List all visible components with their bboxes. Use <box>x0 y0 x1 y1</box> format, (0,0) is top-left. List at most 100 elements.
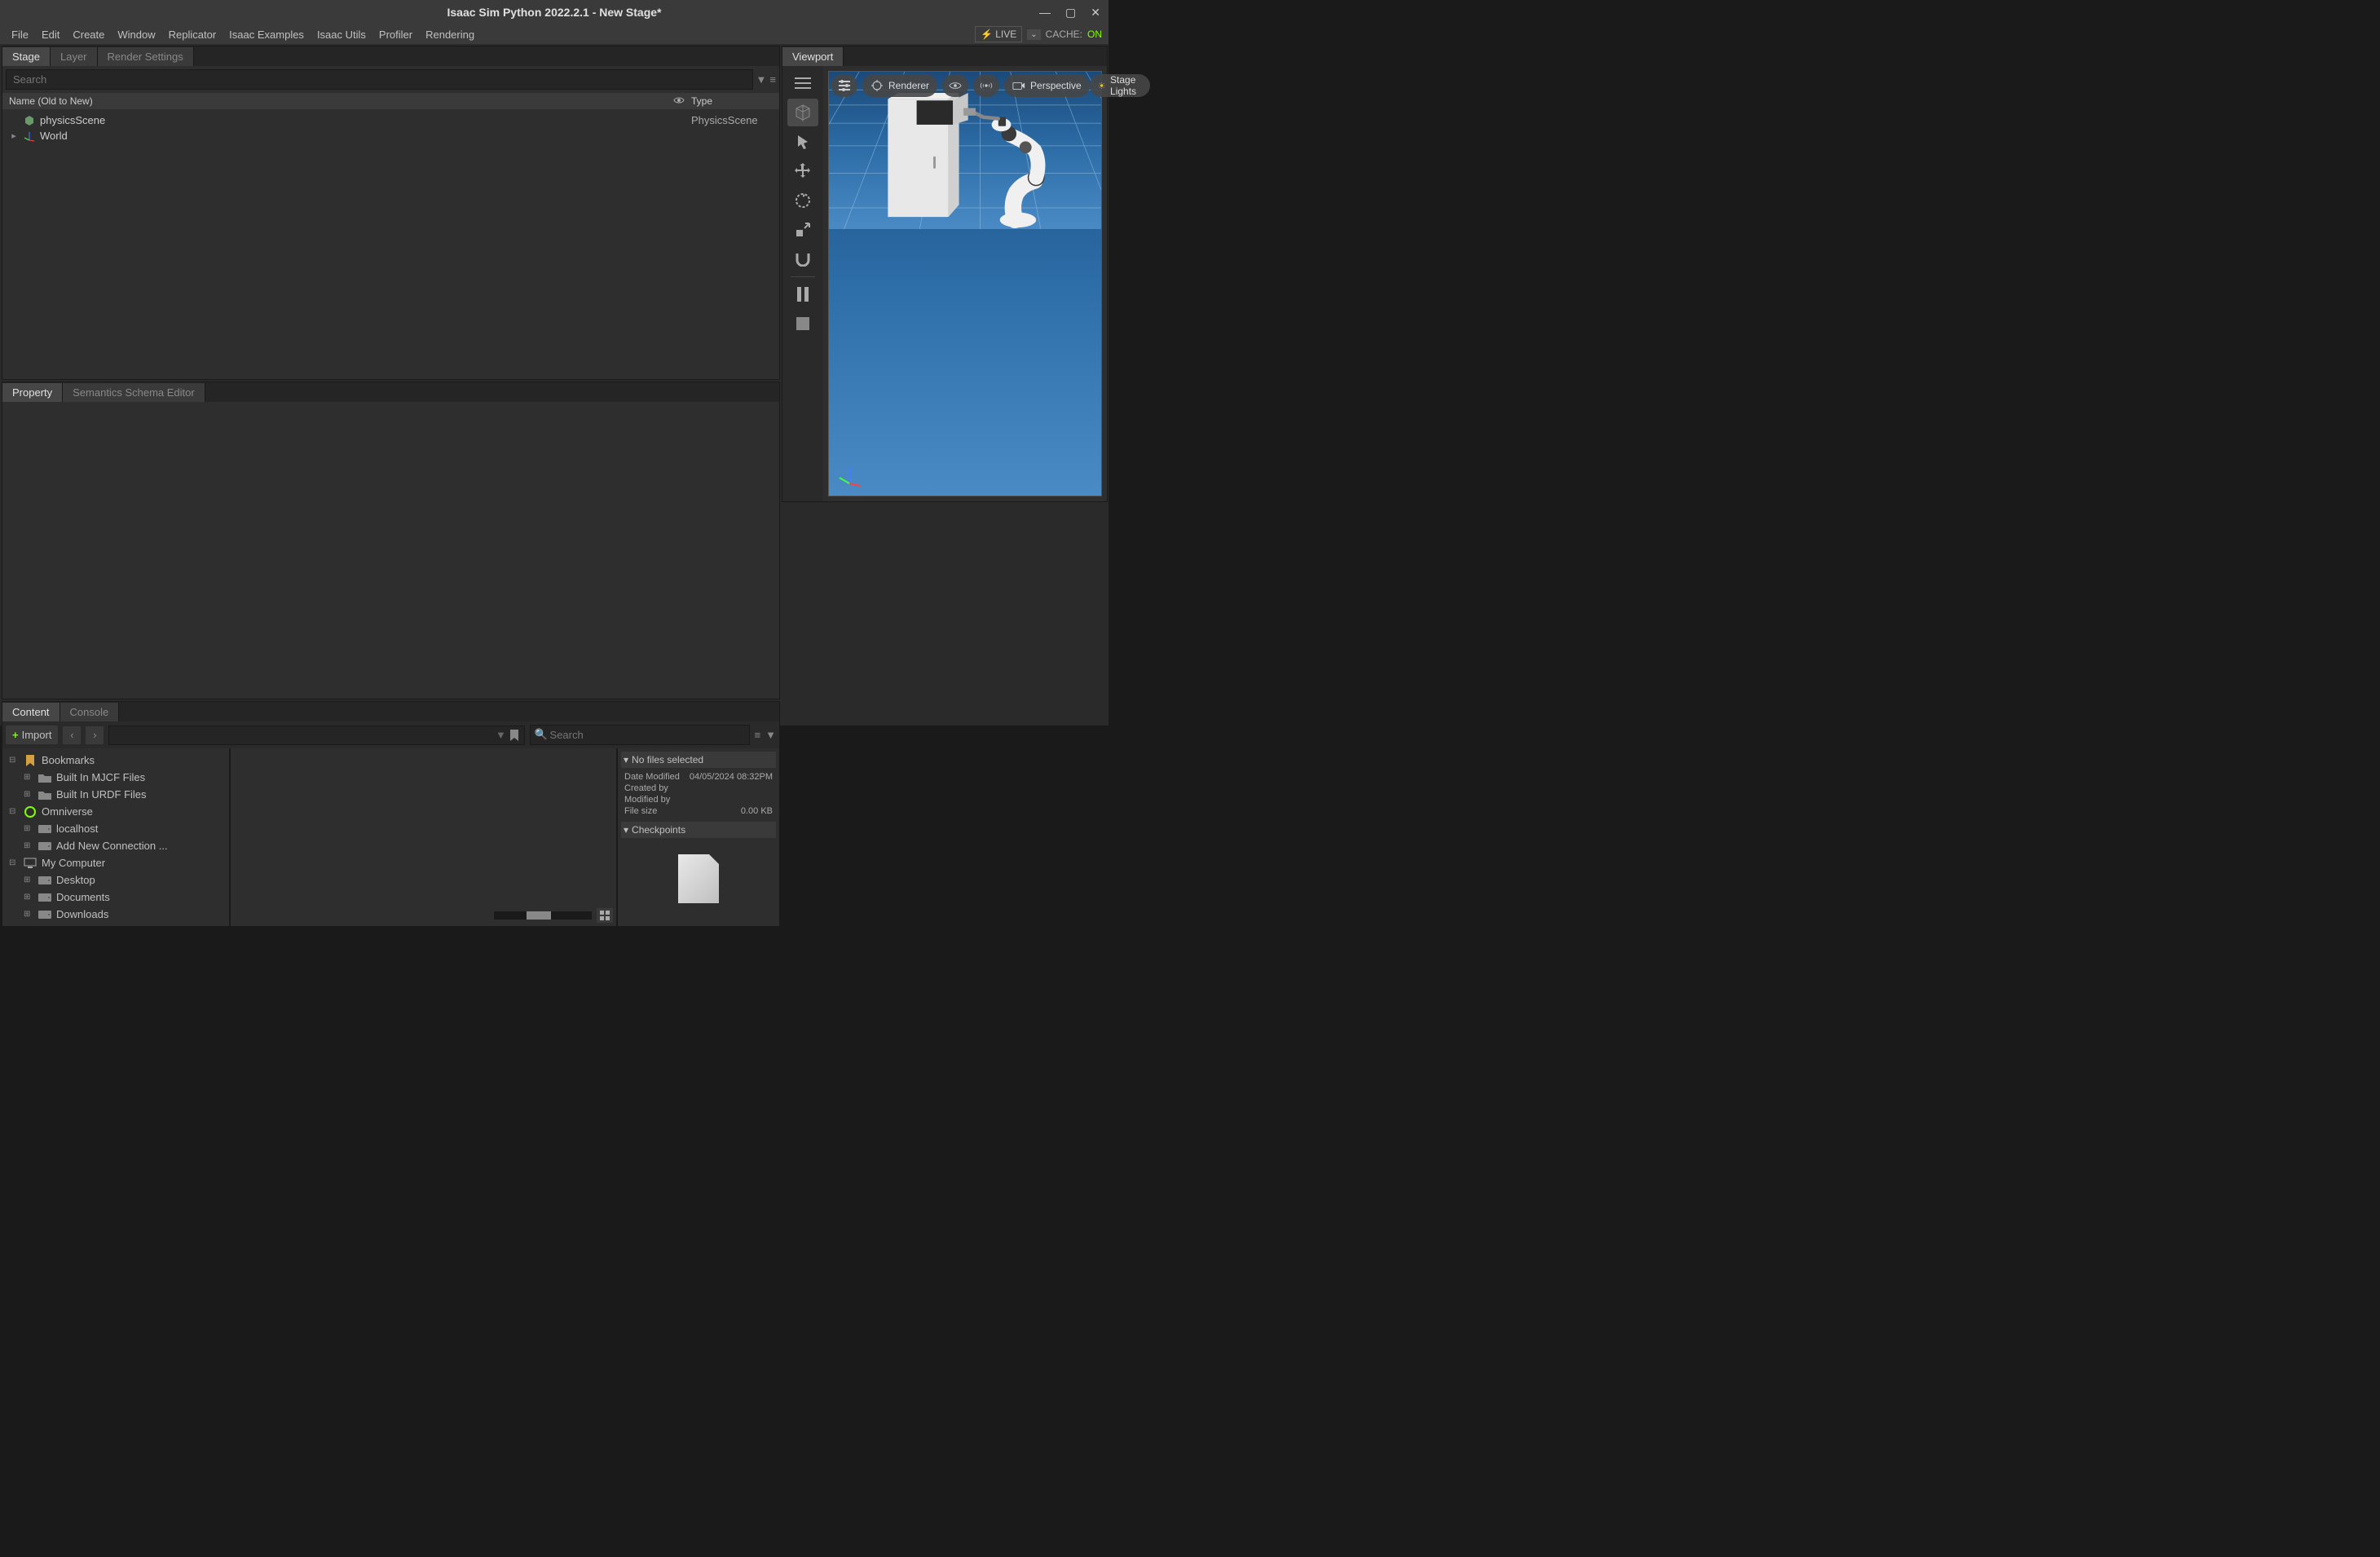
content-search-input[interactable] <box>530 725 750 745</box>
content-tree-item[interactable]: ⊟Omniverse <box>6 803 226 820</box>
menu-profiler[interactable]: Profiler <box>374 27 417 42</box>
tab-viewport[interactable]: Viewport <box>782 47 844 66</box>
import-button[interactable]: +Import <box>6 726 58 744</box>
expand-icon[interactable]: ⊞ <box>24 841 33 850</box>
tree-row-physics[interactable]: physicsScene PhysicsScene <box>6 112 776 128</box>
minimize-icon[interactable]: — <box>1039 6 1051 20</box>
menu-isaac-examples[interactable]: Isaac Examples <box>224 27 309 42</box>
tab-property[interactable]: Property <box>2 383 63 402</box>
content-tree-item[interactable]: ⊞Add New Connection ... <box>6 837 226 854</box>
content-main[interactable] <box>231 748 616 926</box>
stop-tool-icon[interactable] <box>787 310 818 337</box>
slider-track[interactable] <box>494 911 592 920</box>
tab-semantics[interactable]: Semantics Schema Editor <box>63 383 205 402</box>
col-name[interactable]: Name (Old to New) <box>9 95 667 107</box>
menu-items: File Edit Create Window Replicator Isaac… <box>7 27 479 42</box>
tree-item-label: Bookmarks <box>42 754 95 766</box>
expand-icon[interactable]: ⊟ <box>9 858 19 867</box>
filter-content-icon[interactable]: ▼ <box>765 729 776 741</box>
menu-rendering[interactable]: Rendering <box>421 27 479 42</box>
eye-icon[interactable] <box>942 74 968 97</box>
viewport-canvas[interactable] <box>828 71 1102 496</box>
content-details: ▾No files selected Date Modified04/05/20… <box>616 748 779 926</box>
menu-isaac-utils[interactable]: Isaac Utils <box>312 27 371 42</box>
cache-status: ON <box>1087 29 1102 40</box>
filter-icon[interactable]: ▼ <box>756 73 767 86</box>
menu-replicator[interactable]: Replicator <box>164 27 222 42</box>
content-tree-item[interactable]: ⊟My Computer <box>6 854 226 871</box>
slider-thumb[interactable] <box>527 911 551 920</box>
checkpoints-header[interactable]: ▾Checkpoints <box>621 822 776 838</box>
move-tool-icon[interactable] <box>787 157 818 185</box>
stage-panel: Stage Layer Render Settings ▼ ≡ Name (Ol… <box>2 46 780 380</box>
live-badge[interactable]: ⚡LIVE <box>975 26 1022 42</box>
expand-icon[interactable]: ⊞ <box>24 893 33 902</box>
content-tree-item[interactable]: ⊞Desktop <box>6 871 226 889</box>
menu-create[interactable]: Create <box>68 27 109 42</box>
grid-view-icon[interactable] <box>597 908 613 923</box>
live-dropdown-icon[interactable]: ⌄ <box>1027 29 1040 40</box>
menu-window[interactable]: Window <box>112 27 160 42</box>
renderer-button[interactable]: Renderer <box>862 74 937 97</box>
tree-item-label: Downloads <box>56 908 108 920</box>
tab-content[interactable]: Content <box>2 703 60 721</box>
collapse-icon[interactable]: ▾ <box>624 754 628 765</box>
nav-back-icon[interactable]: ‹ <box>63 726 81 744</box>
select-tool-icon[interactable] <box>787 128 818 156</box>
path-bar[interactable]: ▼ <box>108 726 524 745</box>
expand-icon[interactable]: ⊞ <box>24 876 33 884</box>
window-controls: — ▢ ✕ <box>1039 6 1100 20</box>
content-tree-item[interactable]: ⊞ Built In MJCF Files <box>6 769 226 786</box>
cube-tool-icon[interactable] <box>787 99 818 126</box>
search-icon: 🔍 <box>535 728 548 741</box>
stage-lights-button[interactable]: Stage Lights <box>1090 74 1150 97</box>
expand-icon[interactable]: ⊞ <box>24 824 33 833</box>
pause-tool-icon[interactable] <box>787 280 818 308</box>
list-icon[interactable]: ≡ <box>755 729 761 741</box>
content-tree-item[interactable]: ⊞Built In URDF Files <box>6 786 226 803</box>
content-tree-item[interactable]: ⊞ Documents <box>6 889 226 906</box>
rotate-tool-icon[interactable] <box>787 187 818 214</box>
stage-search-input[interactable] <box>6 69 753 90</box>
menu-edit[interactable]: Edit <box>37 27 64 42</box>
expand-icon[interactable]: ⊟ <box>9 756 19 765</box>
viewport-settings-icon[interactable] <box>831 74 857 97</box>
checkpoint-document-icon[interactable] <box>678 854 719 903</box>
menu-file[interactable]: File <box>7 27 33 42</box>
tab-console[interactable]: Console <box>60 703 120 721</box>
perspective-button[interactable]: Perspective <box>1004 74 1090 97</box>
expand-icon[interactable]: ⊟ <box>9 807 19 816</box>
hamburger-tool-icon[interactable] <box>787 69 818 97</box>
tool-sidebar <box>782 66 823 501</box>
menu-icon[interactable]: ≡ <box>769 73 776 86</box>
content-tree-item[interactable]: ⊟ Bookmarks <box>6 752 226 769</box>
content-tree-item[interactable]: ⊞ Downloads <box>6 906 226 923</box>
tab-render-settings[interactable]: Render Settings <box>98 47 194 66</box>
tree-row-world[interactable]: ▸ World <box>6 128 776 143</box>
signal-icon[interactable] <box>973 74 999 97</box>
tree-item-label: localhost <box>56 823 98 835</box>
bookmark-icon[interactable] <box>509 730 519 741</box>
expand-icon[interactable]: ⊞ <box>24 773 33 782</box>
content-tree: ⊟ Bookmarks ⊞ Built In MJCF Files ⊞Built In … <box>2 748 231 926</box>
expand-icon[interactable]: ⊞ <box>24 790 33 799</box>
stage-tree: physicsScene PhysicsScene ▸ World <box>2 109 779 147</box>
expand-icon[interactable]: ▸ <box>9 130 19 141</box>
tree-item-label: Documents <box>56 891 110 903</box>
maximize-icon[interactable]: ▢ <box>1065 6 1076 20</box>
tab-stage[interactable]: Stage <box>2 47 51 66</box>
visibility-icon[interactable] <box>667 95 691 107</box>
no-files-header[interactable]: ▾No files selected <box>621 752 776 768</box>
path-dropdown-icon[interactable]: ▼ <box>496 729 506 741</box>
scale-tool-icon[interactable] <box>787 216 818 244</box>
expand-icon[interactable]: ⊞ <box>24 910 33 919</box>
col-type[interactable]: Type <box>691 95 773 107</box>
content-tree-item[interactable]: ⊞ localhost <box>6 820 226 837</box>
viewport-panel: Viewport Renderer <box>782 46 1108 502</box>
collapse-icon[interactable]: ▾ <box>624 824 628 836</box>
close-icon[interactable]: ✕ <box>1091 6 1100 20</box>
snap-tool-icon[interactable] <box>787 245 818 273</box>
tab-layer[interactable]: Layer <box>51 47 98 66</box>
tree-item-label: Built In MJCF Files <box>56 771 145 783</box>
nav-forward-icon[interactable]: › <box>86 726 104 744</box>
